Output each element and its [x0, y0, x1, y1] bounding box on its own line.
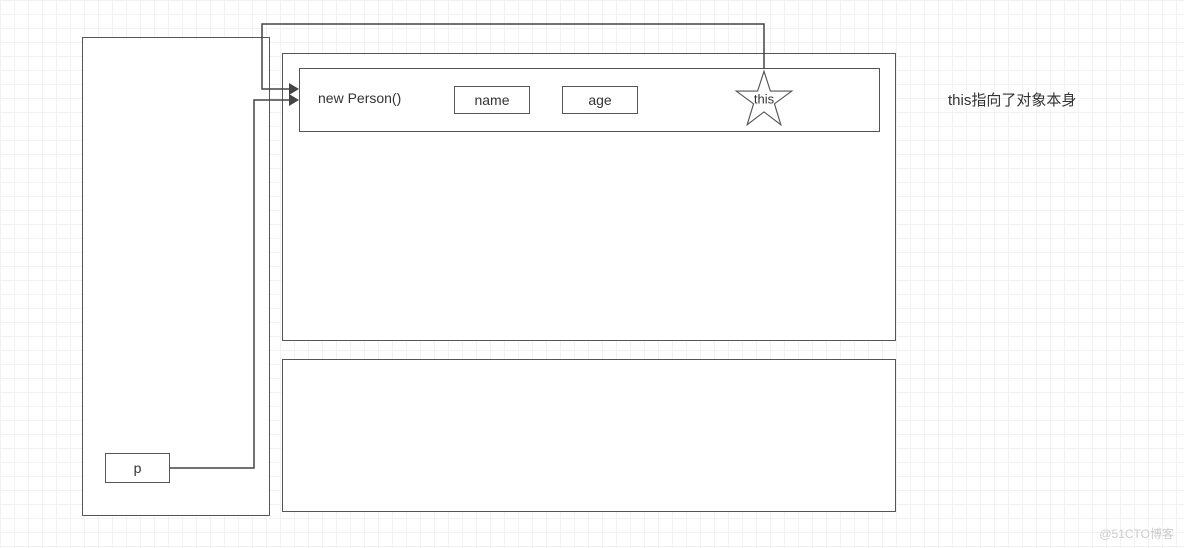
watermark: @51CTO博客: [1099, 525, 1174, 542]
field-name-box: name: [454, 86, 530, 114]
variable-p-label: p: [134, 460, 142, 476]
field-age-label: age: [588, 92, 611, 108]
field-age-box: age: [562, 86, 638, 114]
arrowhead-icon: [289, 94, 299, 106]
new-person-label: new Person(): [318, 90, 401, 106]
heap-lower-container: [282, 359, 896, 512]
this-star: this: [735, 69, 793, 127]
annotation-this: this指向了对象本身: [948, 89, 1076, 110]
this-label: this: [754, 92, 774, 107]
variable-p-box: p: [105, 453, 170, 483]
field-name-label: name: [474, 92, 509, 108]
left-container: [82, 37, 270, 516]
arrowhead-icon: [289, 83, 299, 95]
